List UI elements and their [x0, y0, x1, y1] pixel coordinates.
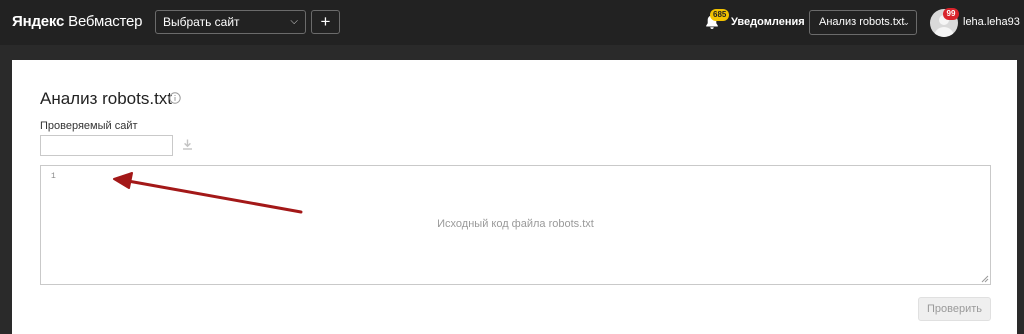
tool-select-dropdown[interactable]: Анализ robots.txt ⌄ [809, 10, 917, 35]
main-panel: Анализ robots.txt Проверяемый сайт 1 Исх… [12, 60, 1017, 334]
chevron-down-icon: ⌄ [902, 17, 910, 27]
editor-placeholder: Исходный код файла robots.txt [437, 218, 594, 230]
page-title: Анализ robots.txt [40, 89, 173, 108]
logo-product: Вебмастер [68, 13, 143, 30]
notifications-label: Уведомления [731, 16, 805, 28]
chevron-down-icon: ⌵ [290, 16, 298, 27]
check-button[interactable]: Проверить [918, 297, 991, 321]
username[interactable]: leha.leha93 [963, 16, 1020, 28]
robots-code-editor[interactable]: 1 Исходный код файла robots.txt [40, 165, 991, 285]
add-site-button[interactable]: + [311, 10, 340, 34]
avatar-body [934, 27, 954, 37]
tool-select-label: Анализ robots.txt [819, 16, 905, 28]
logo[interactable]: Яндекс Вебмастер [12, 13, 143, 30]
top-bar: Яндекс Вебмастер Выбрать сайт ⌵ + 685 Ув… [0, 0, 1024, 45]
site-field-label: Проверяемый сайт [40, 120, 138, 132]
notification-count-badge: 685 [710, 9, 730, 21]
logo-brand: Яндекс [12, 13, 65, 30]
download-icon[interactable] [181, 138, 194, 151]
info-icon[interactable] [169, 92, 181, 104]
line-number: 1 [51, 172, 56, 181]
site-select-dropdown[interactable]: Выбрать сайт ⌵ [155, 10, 306, 34]
site-select-label: Выбрать сайт [163, 15, 240, 29]
resize-handle-icon[interactable] [981, 275, 989, 283]
user-badge: 99 [943, 8, 959, 20]
site-input[interactable] [40, 135, 173, 156]
